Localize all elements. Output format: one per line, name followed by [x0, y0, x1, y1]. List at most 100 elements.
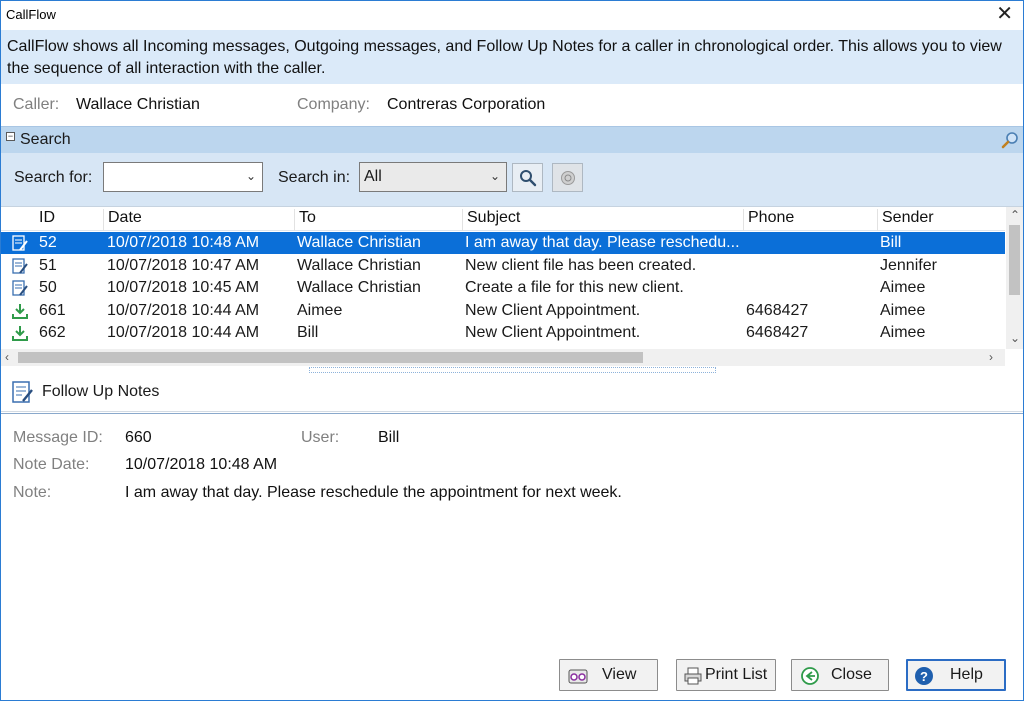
close-button-label: Close	[831, 666, 872, 683]
table-row[interactable]: 661 10/07/2018 10:44 AM Aimee New Client Ap…	[1, 300, 1005, 322]
cell-to: Wallace Christian	[297, 279, 421, 296]
collapse-icon[interactable]: −	[6, 132, 15, 141]
cell-to: Wallace Christian	[297, 256, 421, 274]
horizontal-scrollbar[interactable]: ‹ ›	[1, 349, 1005, 366]
clear-search-button[interactable]	[552, 163, 583, 192]
note-date-label: Note Date:	[13, 456, 90, 473]
search-button[interactable]	[512, 163, 543, 192]
cell-sender: Aimee	[880, 279, 926, 296]
cell-subject: Create a file for this new client.	[465, 279, 684, 296]
column-header-phone[interactable]: Phone	[743, 209, 794, 231]
column-header-id[interactable]: ID	[35, 209, 55, 231]
cell-to: Aimee	[297, 301, 343, 319]
cell-sender: Bill	[880, 234, 902, 251]
note-icon	[12, 280, 28, 296]
print-list-button[interactable]: Print List	[676, 659, 776, 691]
cell-sender: Aimee	[880, 324, 926, 341]
horizontal-scroll-thumb[interactable]	[18, 352, 643, 363]
cell-date: 10/07/2018 10:47 AM	[107, 256, 260, 274]
scroll-up-icon[interactable]: ⌃	[1010, 208, 1020, 222]
search-for-label: Search for:	[14, 169, 93, 186]
close-button[interactable]: Close	[791, 659, 889, 691]
column-header-sender[interactable]: Sender	[877, 209, 934, 231]
column-header-date[interactable]: Date	[103, 209, 142, 231]
cell-subject: New Client Appointment.	[465, 324, 641, 341]
search-in-label: Search in:	[278, 169, 351, 186]
cell-phone: 6468427	[746, 324, 809, 341]
vertical-scrollbar[interactable]: ⌃ ⌄	[1006, 207, 1023, 349]
cell-phone: 6468427	[746, 301, 809, 319]
cell-to: Wallace Christian	[297, 234, 421, 251]
search-panel-title: Search	[20, 131, 71, 148]
printer-icon	[684, 667, 702, 685]
scroll-right-icon[interactable]: ›	[989, 350, 993, 364]
follow-up-notes-header: Follow Up Notes	[1, 374, 1023, 412]
cell-subject: New client file has been created.	[465, 256, 697, 274]
cell-id: 661	[39, 301, 66, 319]
caller-value: Wallace Christian	[76, 96, 200, 113]
search-in-value: All	[364, 168, 382, 185]
column-header-subject[interactable]: Subject	[462, 209, 520, 231]
company-label: Company:	[297, 96, 370, 113]
notes-icon	[12, 381, 33, 403]
grid-header: ID Date To Subject Phone Sender	[1, 207, 1005, 231]
search-bar: Search for: ⌄ Search in: All ⌄	[1, 153, 1023, 206]
notes-details: Message ID: 660 User: Bill Note Date: 10…	[1, 413, 1023, 643]
cell-id: 50	[39, 279, 57, 296]
view-icon	[568, 669, 588, 684]
title-bar: CallFlow ✕	[1, 1, 1023, 30]
cell-id: 662	[39, 324, 66, 341]
view-button-label: View	[602, 666, 637, 683]
help-button-label: Help	[950, 666, 983, 683]
cell-id: 52	[39, 234, 57, 251]
help-icon: ?	[915, 667, 933, 685]
caller-label: Caller:	[13, 96, 60, 113]
scroll-down-icon[interactable]: ⌄	[1010, 331, 1020, 345]
table-row[interactable]: 662 10/07/2018 10:44 AM Bill New Client App…	[1, 322, 1005, 344]
cell-date: 10/07/2018 10:48 AM	[107, 234, 260, 251]
incoming-icon	[12, 303, 28, 319]
note-icon	[12, 235, 28, 251]
callflow-grid: ID Date To Subject Phone Sender 52 10/07/…	[1, 206, 1023, 366]
message-id-value: 660	[125, 429, 152, 446]
follow-up-notes-title: Follow Up Notes	[42, 383, 160, 400]
callflow-window: CallFlow ✕ CallFlow shows all Incoming m…	[0, 0, 1024, 701]
scroll-left-icon[interactable]: ‹	[5, 350, 9, 364]
table-row[interactable]: 52 10/07/2018 10:48 AM Wallace Christian I …	[1, 232, 1005, 254]
table-row[interactable]: 51 10/07/2018 10:47 AM Wallace Christian Ne…	[1, 255, 1005, 277]
magnifier-icon[interactable]	[1001, 131, 1019, 149]
cell-subject: I am away that day. Please reschedu...	[465, 234, 740, 251]
column-header-to[interactable]: To	[294, 209, 316, 231]
info-description: CallFlow shows all Incoming messages, Ou…	[1, 30, 1023, 84]
incoming-icon	[12, 326, 28, 341]
panel-splitter[interactable]	[309, 367, 716, 373]
cell-sender: Aimee	[880, 301, 926, 319]
user-label: User:	[301, 429, 340, 446]
search-in-select[interactable]: All ⌄	[359, 162, 507, 192]
cell-to: Bill	[297, 324, 319, 341]
view-button[interactable]: View	[559, 659, 658, 691]
caller-row: Caller: Wallace Christian Company: Contr…	[1, 85, 1023, 125]
cell-sender: Jennifer	[880, 256, 937, 274]
chevron-down-icon[interactable]: ⌄	[246, 169, 256, 183]
note-label: Note:	[13, 484, 52, 501]
cell-date: 10/07/2018 10:44 AM	[107, 301, 260, 319]
message-id-label: Message ID:	[13, 429, 103, 446]
note-date-value: 10/07/2018 10:48 AM	[125, 456, 278, 473]
help-button[interactable]: ? Help	[906, 659, 1006, 691]
vertical-scroll-thumb[interactable]	[1009, 225, 1020, 295]
window-close-button[interactable]: ✕	[996, 4, 1013, 24]
clear-icon	[561, 171, 575, 185]
back-arrow-icon	[801, 667, 819, 685]
cell-id: 51	[39, 256, 57, 274]
cell-date: 10/07/2018 10:45 AM	[107, 279, 260, 296]
table-row[interactable]: 50 10/07/2018 10:45 AM Wallace Christian Cr…	[1, 277, 1005, 299]
search-panel-header[interactable]: − Search	[1, 126, 1023, 153]
cell-subject: New Client Appointment.	[465, 301, 641, 319]
user-value: Bill	[378, 429, 400, 446]
svg-text:?: ?	[920, 669, 928, 684]
search-for-combobox[interactable]: ⌄	[103, 162, 263, 192]
search-icon	[520, 170, 537, 187]
cell-date: 10/07/2018 10:44 AM	[107, 324, 260, 341]
chevron-down-icon[interactable]: ⌄	[490, 169, 500, 183]
